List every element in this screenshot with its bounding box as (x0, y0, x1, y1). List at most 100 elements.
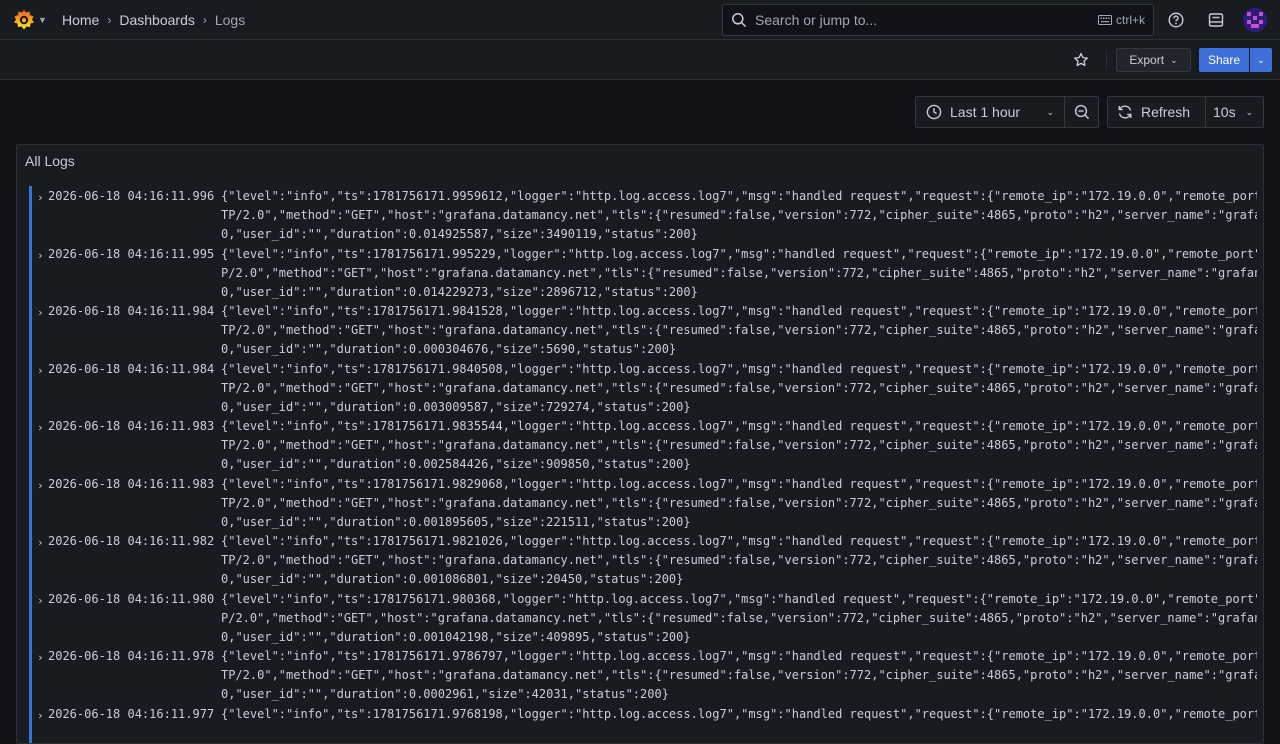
keyboard-shortcut: ctrl+k (1098, 13, 1145, 27)
log-line: {"level":"info","ts":1781756171.9835544,… (221, 417, 1257, 436)
clock-icon (926, 104, 942, 120)
chevron-right-icon[interactable]: › (37, 418, 47, 437)
log-message: {"level":"info","ts":1781756171.980368,"… (221, 590, 1257, 647)
refresh-interval-picker[interactable]: 10s ⌄ (1205, 96, 1264, 128)
log-line: 0,"user_id":"","duration":0.000304676,"s… (221, 340, 1257, 359)
top-navbar: ▼ Home › Dashboards › Logs ctrl+k (0, 0, 1280, 40)
log-line: 0,"user_id":"","duration":0.001086801,"s… (221, 570, 1257, 589)
log-message: {"level":"info","ts":1781756171.9840508,… (221, 360, 1257, 417)
log-timestamp: 2026-06-18 04:16:11.996 (48, 187, 214, 206)
chevron-right-icon[interactable]: › (37, 533, 47, 552)
zoom-out-button[interactable] (1064, 96, 1099, 128)
log-timestamp: 2026-06-18 04:16:11.984 (48, 302, 214, 321)
share-dropdown-button[interactable]: ⌄ (1250, 48, 1272, 72)
chevron-right-icon[interactable]: › (37, 706, 47, 725)
log-row[interactable]: ›2026-06-18 04:16:11.995{"level":"info",… (29, 244, 1257, 302)
chevron-right-icon[interactable]: › (37, 648, 47, 667)
log-line: P/2.0","method":"GET","host":"grafana.da… (221, 609, 1257, 628)
chevron-right-icon[interactable]: › (37, 188, 47, 207)
log-line: 0,"user_id":"","duration":0.003009587,"s… (221, 398, 1257, 417)
log-line: 0,"user_id":"","duration":0.014925587,"s… (221, 225, 1257, 244)
log-message: {"level":"info","ts":1781756171.9959612,… (221, 187, 1257, 244)
user-avatar[interactable] (1243, 8, 1267, 32)
log-line: {"level":"info","ts":1781756171.9840508,… (221, 360, 1257, 379)
star-icon (1073, 52, 1089, 68)
time-range-label: Last 1 hour (950, 104, 1020, 120)
log-message: {"level":"info","ts":1781756171.995229,"… (221, 245, 1257, 302)
chevron-right-icon[interactable]: › (37, 303, 47, 322)
chevron-down-icon: ⌄ (1046, 107, 1054, 118)
chevron-down-icon: ⌄ (1170, 55, 1178, 66)
time-range-picker[interactable]: Last 1 hour ⌄ (915, 96, 1065, 128)
log-line: {"level":"info","ts":1781756171.9959612,… (221, 187, 1257, 206)
chevron-right-icon[interactable]: › (37, 476, 47, 495)
log-line: P/2.0","method":"GET","host":"grafana.da… (221, 264, 1257, 283)
log-timestamp: 2026-06-18 04:16:11.978 (48, 647, 214, 666)
log-timestamp: 2026-06-18 04:16:11.980 (48, 590, 214, 609)
log-line: TP/2.0","method":"GET","host":"grafana.d… (221, 321, 1257, 340)
chevron-right-icon[interactable]: › (37, 591, 47, 610)
grafana-logo-icon (12, 8, 36, 32)
news-button[interactable] (1206, 10, 1226, 30)
log-line: {"level":"info","ts":1781756171.9829068,… (221, 475, 1257, 494)
keyboard-icon (1098, 15, 1112, 25)
chevron-right-icon[interactable]: › (37, 246, 47, 265)
log-row[interactable]: ›2026-06-18 04:16:11.984{"level":"info",… (29, 359, 1257, 417)
log-row[interactable]: ›2026-06-18 04:16:11.978 {"level":"info",… (29, 646, 1257, 704)
export-label: Export (1129, 53, 1164, 67)
grafana-menu-button[interactable]: ▼ (12, 8, 47, 32)
avatar-identicon-icon (1243, 8, 1267, 32)
shortcut-label: ctrl+k (1116, 13, 1145, 27)
log-row[interactable]: ›2026-06-18 04:16:11.983 {"level":"info",… (29, 416, 1257, 474)
search-bar[interactable]: ctrl+k (722, 4, 1154, 36)
log-row[interactable]: ›2026-06-18 04:16:11.977{"level":"info",… (29, 704, 1257, 744)
log-line: {"level":"info","ts":1781756171.980368,"… (221, 590, 1257, 609)
log-timestamp: 2026-06-18 04:16:11.983 (48, 475, 214, 494)
chevron-right-icon[interactable]: › (37, 361, 47, 380)
log-row[interactable]: ›2026-06-18 04:16:11.980 {"level":"info",… (29, 589, 1257, 647)
log-line: {"level":"info","ts":1781756171.995229,"… (221, 245, 1257, 264)
log-message: {"level":"info","ts":1781756171.9786797,… (221, 647, 1257, 704)
log-row[interactable]: ›2026-06-18 04:16:11.983 {"level":"info",… (29, 474, 1257, 532)
chevron-down-icon: ▼ (38, 15, 47, 25)
log-row[interactable]: ›2026-06-18 04:16:11.996 {"level":"info",… (29, 186, 1257, 244)
log-message: {"level":"info","ts":1781756171.9829068,… (221, 475, 1257, 532)
log-line: 0,"user_id":"","duration":0.001895605,"s… (221, 513, 1257, 532)
favorite-button[interactable] (1071, 50, 1091, 70)
export-button[interactable]: Export ⌄ (1116, 48, 1191, 72)
search-icon (731, 12, 747, 28)
refresh-icon (1117, 104, 1133, 120)
log-line: {"level":"info","ts":1781756171.9821026,… (221, 532, 1257, 551)
log-line: TP/2.0","method":"GET","host":"grafana.d… (221, 436, 1257, 455)
log-message: {"level":"info","ts":1781756171.9768198,… (221, 705, 1257, 724)
share-button[interactable]: Share (1199, 48, 1249, 72)
search-input[interactable] (755, 12, 1098, 28)
share-label: Share (1208, 53, 1240, 67)
log-line: TP/2.0","method":"GET","host":"grafana.d… (221, 206, 1257, 225)
log-message: {"level":"info","ts":1781756171.9821026,… (221, 532, 1257, 589)
zoom-out-icon (1074, 104, 1090, 120)
log-message: {"level":"info","ts":1781756171.9841528,… (221, 302, 1257, 359)
log-row[interactable]: ›2026-06-18 04:16:11.982 {"level":"info",… (29, 531, 1257, 589)
breadcrumb-current: Logs (215, 12, 245, 28)
log-line: {"level":"info","ts":1781756171.9786797,… (221, 647, 1257, 666)
refresh-button[interactable]: Refresh (1107, 96, 1206, 128)
breadcrumb-dashboards[interactable]: Dashboards (119, 12, 195, 28)
chevron-down-icon: ⌄ (1257, 55, 1265, 66)
panel-title[interactable]: All Logs (25, 153, 75, 169)
log-timestamp: 2026-06-18 04:16:11.982 (48, 532, 214, 551)
log-line: 0,"user_id":"","duration":0.001042198,"s… (221, 628, 1257, 647)
rss-news-icon (1208, 12, 1224, 28)
help-icon (1168, 12, 1184, 28)
log-row[interactable]: ›2026-06-18 04:16:11.984 {"level":"info",… (29, 301, 1257, 359)
refresh-interval-label: 10s (1213, 104, 1236, 120)
log-line: 0,"user_id":"","duration":0.014229273,"s… (221, 283, 1257, 302)
log-line: TP/2.0","method":"GET","host":"grafana.d… (221, 494, 1257, 513)
breadcrumb-home[interactable]: Home (62, 12, 99, 28)
help-button[interactable] (1166, 10, 1186, 30)
log-timestamp: 2026-06-18 04:16:11.983 (48, 417, 214, 436)
logs-panel: All Logs ›2026-06-18 04:16:11.996{"level… (16, 144, 1264, 744)
log-line: 0,"user_id":"","duration":0.002584426,"s… (221, 455, 1257, 474)
log-line: TP/2.0","method":"GET","host":"grafana.d… (221, 551, 1257, 570)
chevron-down-icon: ⌄ (1245, 107, 1253, 118)
